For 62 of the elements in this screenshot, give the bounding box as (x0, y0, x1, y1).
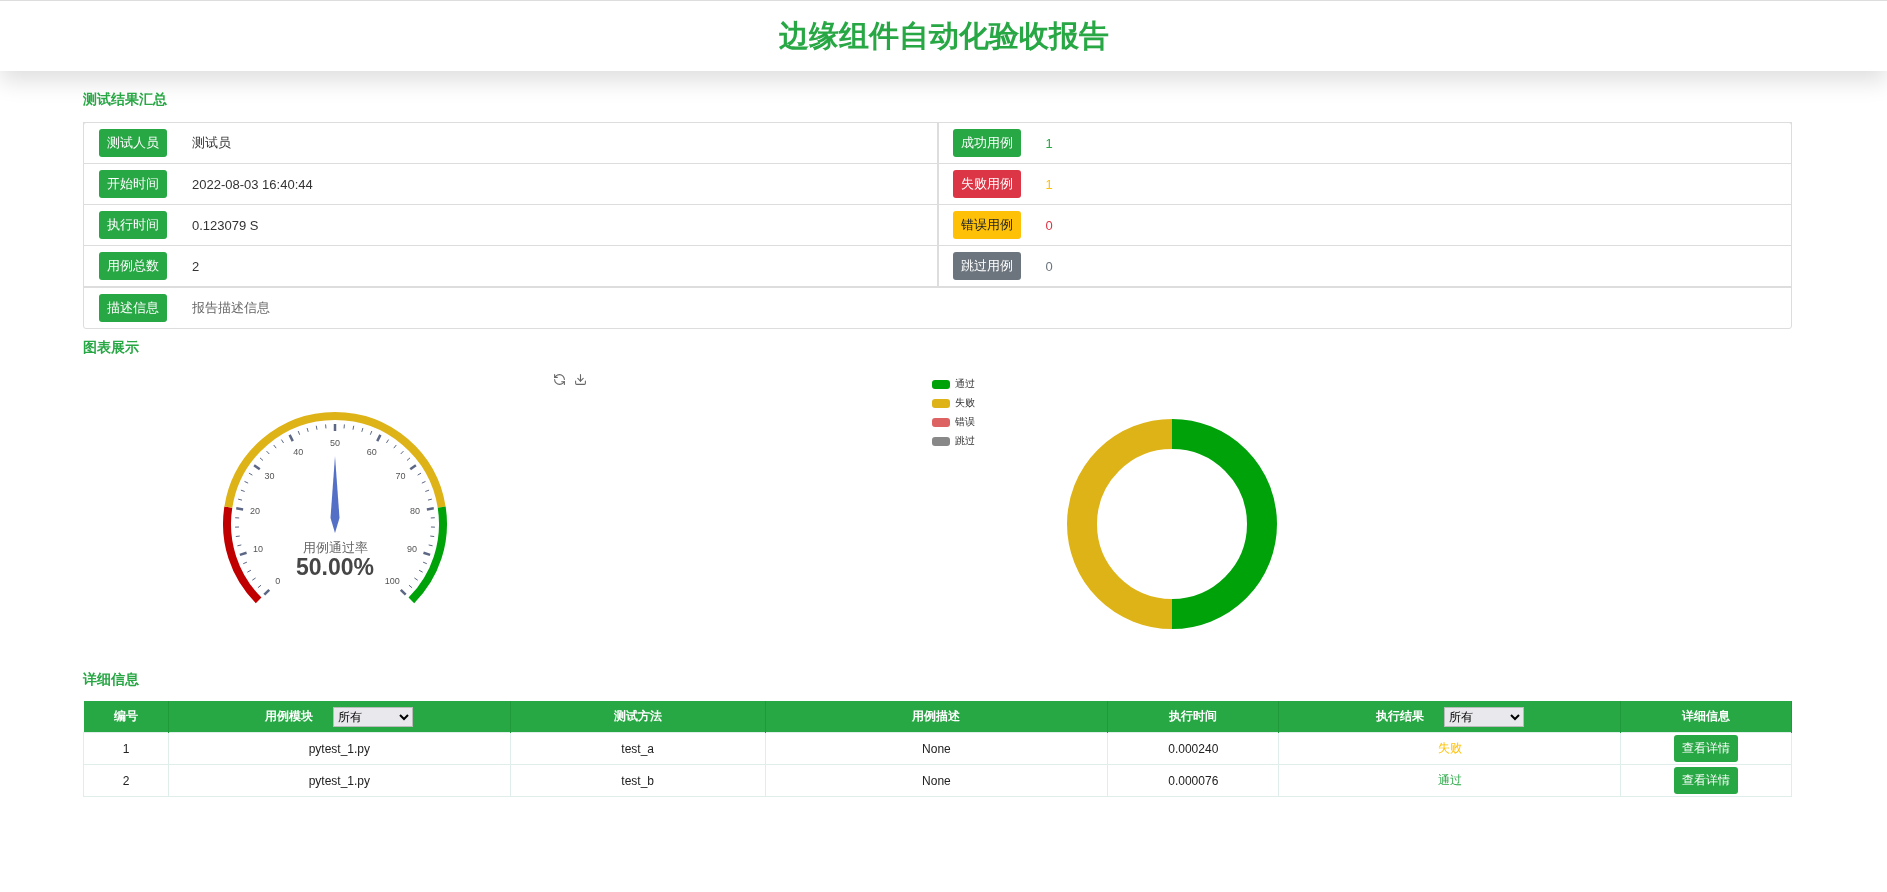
result-text: 通过 (1437, 773, 1462, 787)
gauge-tick-label: 60 (366, 446, 377, 457)
column-title: 执行时间 (1169, 708, 1218, 725)
field-value: 报告描述信息 (192, 299, 270, 317)
table-cell: None (765, 764, 1108, 797)
gauge-tick-label: 90 (407, 544, 418, 555)
table-cell: None (765, 732, 1108, 765)
filter-select[interactable]: 所有 (333, 706, 414, 727)
section-title: 图表展示 (83, 338, 140, 357)
gauge-tick-label: 80 (410, 506, 420, 517)
gauge-tick-label: 40 (293, 446, 304, 457)
field-label: 成功用例 (952, 129, 1021, 157)
gauge-title: 用例通过率 (302, 540, 368, 555)
section-title: 详细信息 (83, 670, 140, 689)
table-cell: pytest_1.py (168, 764, 511, 797)
gauge-tick-label: 10 (252, 544, 263, 555)
refresh-icon[interactable] (553, 373, 566, 386)
gauge-tick-label: 20 (250, 506, 260, 517)
field-label: 跳过用例 (952, 252, 1021, 280)
result-text: 失败 (1437, 741, 1462, 755)
field-label: 错误用例 (952, 211, 1021, 239)
field-value: 2022-08-03 16:40:44 (192, 176, 313, 192)
table-cell: pytest_1.py (168, 732, 511, 765)
field-value: 测试员 (192, 134, 231, 152)
column-title: 测试方法 (613, 708, 662, 725)
field-value: 0.123079 S (192, 217, 259, 233)
column-title: 用例描述 (912, 708, 961, 725)
table-cell: test_b (510, 764, 766, 797)
field-value: 2 (192, 258, 200, 274)
gauge-tick-label: 0 (275, 576, 281, 587)
table-cell: 0.000076 (1107, 764, 1279, 797)
download-icon[interactable] (574, 373, 587, 386)
table-cell: 2 (83, 764, 169, 797)
table-cell: 1 (83, 732, 169, 765)
legend-label: 跳过 (955, 434, 975, 448)
gauge-tick-label: 70 (395, 471, 406, 482)
column-title: 用例模块 (265, 708, 314, 725)
count-value: 0 (1045, 258, 1053, 274)
count-value: 0 (1045, 217, 1053, 233)
column-title: 详细信息 (1682, 708, 1730, 725)
gauge-value: 50.00% (296, 554, 374, 580)
gauge-tick-label: 100 (384, 576, 400, 587)
legend-label: 错误 (955, 415, 975, 429)
legend-label: 通过 (955, 377, 975, 391)
gauge-tick-label: 50 (330, 438, 340, 448)
column-title: 编号 (113, 708, 138, 725)
legend-label: 失败 (955, 396, 975, 410)
column-title: 执行结果 (1375, 708, 1424, 725)
field-label: 用例总数 (99, 252, 167, 280)
gauge-tick-label: 30 (264, 471, 275, 482)
table-cell: test_a (510, 732, 766, 765)
filter-select[interactable]: 所有 (1443, 706, 1524, 727)
field-label: 开始时间 (99, 170, 167, 198)
table-cell: 0.000240 (1107, 732, 1279, 765)
field-label: 执行时间 (99, 211, 167, 239)
report-title: 边缘组件自动化验收报告 (778, 17, 1109, 54)
field-label: 描述信息 (99, 294, 167, 322)
field-label: 失败用例 (952, 170, 1021, 198)
count-value: 1 (1045, 135, 1053, 151)
field-label: 测试人员 (99, 129, 167, 157)
section-title: 测试结果汇总 (83, 90, 168, 109)
count-value: 1 (1045, 176, 1053, 192)
